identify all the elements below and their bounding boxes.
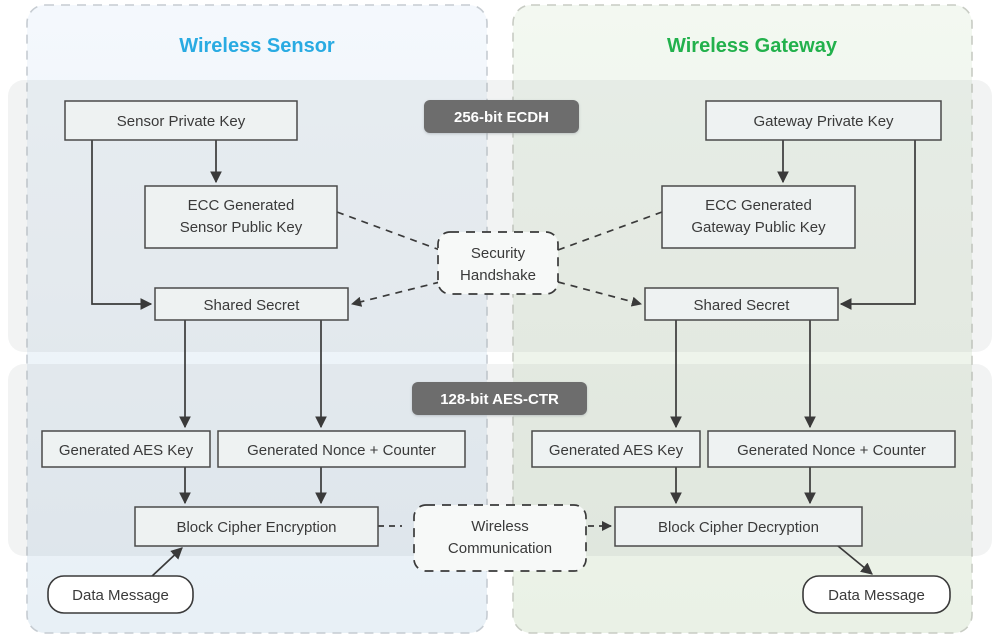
node-ecc-gateway-public-key-label-line2: Gateway Public Key xyxy=(691,219,826,236)
node-ecc-gateway-public-key-box[interactable] xyxy=(661,185,856,249)
node-wireless-communication-label-line2: Communication xyxy=(448,540,552,557)
node-block-cipher-decryption[interactable]: Block Cipher Decryption xyxy=(614,506,863,547)
node-security-handshake-box[interactable] xyxy=(437,231,559,295)
node-ecc-sensor-public-key-label-line1: ECC Generated xyxy=(188,197,295,214)
node-data-message-sensor[interactable]: Data Message xyxy=(47,575,194,614)
node-block-cipher-encryption-label: Block Cipher Encryption xyxy=(176,519,336,536)
node-ecc-gateway-public-key-label-line1: ECC Generated xyxy=(705,197,812,214)
node-ecc-sensor-public-key[interactable]: ECC Generated Sensor Public Key xyxy=(144,185,338,249)
node-data-message-sensor-label: Data Message xyxy=(72,587,169,604)
node-shared-secret-gateway[interactable]: Shared Secret xyxy=(644,287,839,321)
panel-gateway-title: Wireless Gateway xyxy=(667,35,838,57)
node-security-handshake-label-line1: Security xyxy=(471,245,526,262)
node-nonce-counter-gateway-label: Generated Nonce + Counter xyxy=(737,442,926,459)
node-wireless-communication[interactable]: Wireless Communication xyxy=(413,504,587,572)
node-ecc-sensor-public-key-box[interactable] xyxy=(144,185,338,249)
diagram-canvas: Wireless Sensor Wireless Gateway 256-bit… xyxy=(0,0,1000,643)
node-shared-secret-sensor[interactable]: Shared Secret xyxy=(154,287,349,321)
badge-aes-label: 128-bit AES-CTR xyxy=(440,391,559,408)
node-security-handshake[interactable]: Security Handshake xyxy=(437,231,559,295)
node-gateway-private-key[interactable]: Gateway Private Key xyxy=(705,100,942,141)
node-block-cipher-decryption-label: Block Cipher Decryption xyxy=(658,519,819,536)
badge-128-bit-aes-ctr: 128-bit AES-CTR xyxy=(412,382,587,415)
node-nonce-counter-sensor[interactable]: Generated Nonce + Counter xyxy=(217,430,466,468)
node-sensor-private-key-label: Sensor Private Key xyxy=(117,113,246,130)
node-block-cipher-encryption[interactable]: Block Cipher Encryption xyxy=(134,506,379,547)
node-aes-key-sensor-label: Generated AES Key xyxy=(59,442,194,459)
node-sensor-private-key[interactable]: Sensor Private Key xyxy=(64,100,298,141)
node-shared-secret-gateway-label: Shared Secret xyxy=(694,297,791,314)
node-nonce-counter-gateway[interactable]: Generated Nonce + Counter xyxy=(707,430,956,468)
node-aes-key-gateway-label: Generated AES Key xyxy=(549,442,684,459)
node-gateway-private-key-label: Gateway Private Key xyxy=(753,113,894,130)
node-aes-key-gateway[interactable]: Generated AES Key xyxy=(531,430,701,468)
node-shared-secret-sensor-label: Shared Secret xyxy=(204,297,301,314)
node-data-message-gateway-label: Data Message xyxy=(828,587,925,604)
panel-sensor-title: Wireless Sensor xyxy=(179,35,335,57)
node-ecc-gateway-public-key[interactable]: ECC Generated Gateway Public Key xyxy=(661,185,856,249)
node-aes-key-sensor[interactable]: Generated AES Key xyxy=(41,430,211,468)
node-security-handshake-label-line2: Handshake xyxy=(460,267,536,284)
badge-256-bit-ecdh: 256-bit ECDH xyxy=(424,100,579,133)
node-wireless-communication-label-line1: Wireless xyxy=(471,518,529,535)
node-wireless-communication-box[interactable] xyxy=(413,504,587,572)
node-nonce-counter-sensor-label: Generated Nonce + Counter xyxy=(247,442,436,459)
node-data-message-gateway[interactable]: Data Message xyxy=(802,575,951,614)
node-ecc-sensor-public-key-label-line2: Sensor Public Key xyxy=(180,219,303,236)
badge-ecdh-label: 256-bit ECDH xyxy=(454,109,549,126)
